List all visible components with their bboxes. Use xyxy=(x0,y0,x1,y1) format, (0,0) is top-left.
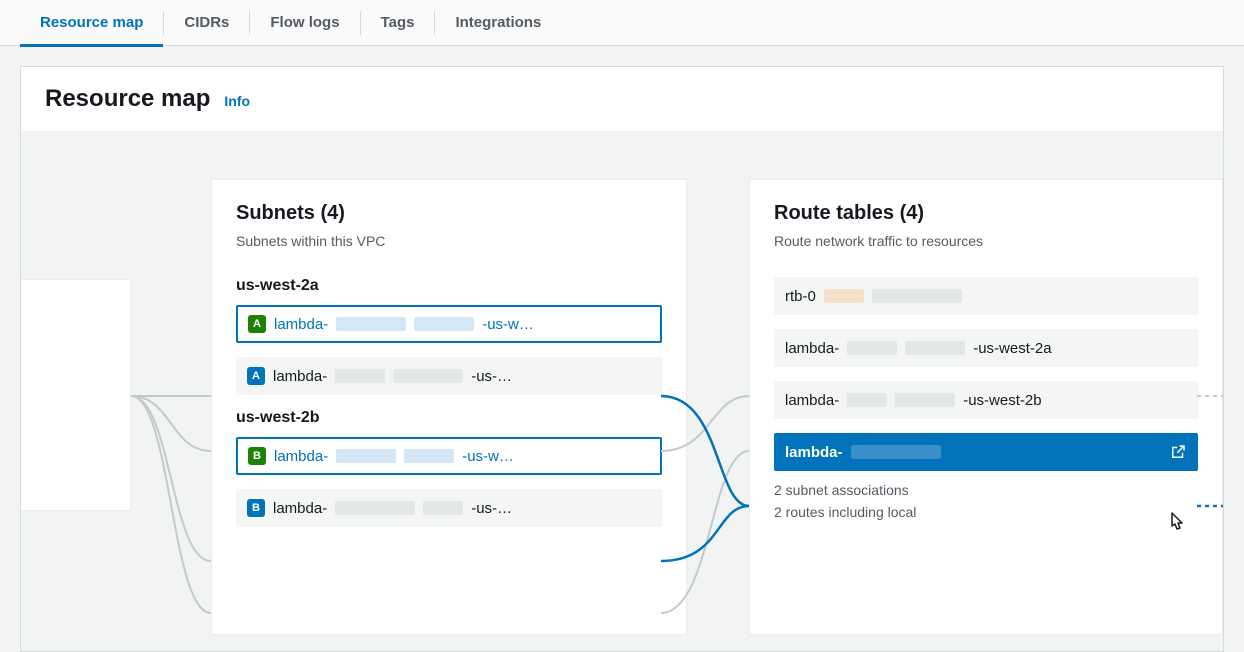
subnets-subtitle: Subnets within this VPC xyxy=(236,233,662,249)
open-external-icon[interactable] xyxy=(1169,443,1187,461)
panel-header: Resource map Info xyxy=(21,85,1223,131)
route-detail: 2 subnet associations 2 routes including… xyxy=(774,479,1198,524)
subnet-item-a1[interactable]: A lambda- -us-w… xyxy=(236,305,662,343)
redacted-text xyxy=(335,369,385,383)
route-suffix: -us-west-2a xyxy=(973,340,1051,357)
resource-map-panel: Resource map Info Subnets (4) Subnets wi… xyxy=(20,66,1224,652)
redacted-text xyxy=(423,501,463,515)
redacted-text xyxy=(872,289,962,303)
subnet-label: lambda- xyxy=(273,368,327,385)
az-badge-icon: B xyxy=(248,447,266,465)
route-suffix: -us-west-2b xyxy=(963,392,1041,409)
route-label: lambda- xyxy=(785,392,839,409)
subnet-suffix: -us-w… xyxy=(482,316,534,333)
subnet-label: lambda- xyxy=(274,448,328,465)
tab-flow-logs[interactable]: Flow logs xyxy=(250,0,359,46)
route-detail-associations: 2 subnet associations xyxy=(774,479,1198,501)
page-title: Resource map xyxy=(45,85,210,113)
tab-resource-map[interactable]: Resource map xyxy=(20,0,163,46)
redacted-text xyxy=(824,289,864,303)
subnets-column: Subnets (4) Subnets within this VPC us-w… xyxy=(211,179,687,635)
redacted-text xyxy=(335,501,415,515)
info-link[interactable]: Info xyxy=(224,93,250,109)
subnet-label: lambda- xyxy=(274,316,328,333)
redacted-text xyxy=(336,317,406,331)
subnet-item-b1[interactable]: B lambda- -us-w… xyxy=(236,437,662,475)
subnet-suffix: -us-… xyxy=(471,500,512,517)
subnet-suffix: -us-w… xyxy=(462,448,514,465)
az-badge-icon: B xyxy=(247,499,265,517)
az-label-b: us-west-2b xyxy=(236,409,662,427)
subnet-item-a2[interactable]: A lambda- -us-… xyxy=(236,357,662,395)
redacted-text xyxy=(404,449,454,463)
tab-integrations[interactable]: Integrations xyxy=(435,0,561,46)
tab-cidrs[interactable]: CIDRs xyxy=(164,0,249,46)
redacted-text xyxy=(851,445,941,459)
route-table-item-2[interactable]: lambda- -us-west-2a xyxy=(774,329,1198,367)
redacted-text xyxy=(847,393,887,407)
subnet-item-b2[interactable]: B lambda- -us-… xyxy=(236,489,662,527)
route-detail-routes: 2 routes including local xyxy=(774,501,1198,523)
tab-tags[interactable]: Tags xyxy=(361,0,435,46)
route-label: rtb-0 xyxy=(785,288,816,305)
route-tables-subtitle: Route network traffic to resources xyxy=(774,233,1198,249)
az-label-a: us-west-2a xyxy=(236,277,662,295)
vpc-column-stub xyxy=(21,279,131,511)
redacted-text xyxy=(905,341,965,355)
route-tables-title: Route tables (4) xyxy=(774,202,1198,225)
route-label: lambda- xyxy=(785,444,843,461)
redacted-text xyxy=(336,449,396,463)
resource-map-canvas: Subnets (4) Subnets within this VPC us-w… xyxy=(21,131,1223,651)
subnet-suffix: -us-… xyxy=(471,368,512,385)
tabs-bar: Resource map CIDRs Flow logs Tags Integr… xyxy=(0,0,1244,46)
route-label: lambda- xyxy=(785,340,839,357)
route-table-item-1[interactable]: rtb-0 xyxy=(774,277,1198,315)
az-badge-icon: A xyxy=(247,367,265,385)
route-table-item-3[interactable]: lambda- -us-west-2b xyxy=(774,381,1198,419)
subnets-title: Subnets (4) xyxy=(236,202,662,225)
az-badge-icon: A xyxy=(248,315,266,333)
redacted-text xyxy=(895,393,955,407)
redacted-text xyxy=(414,317,474,331)
redacted-text xyxy=(393,369,463,383)
route-tables-column: Route tables (4) Route network traffic t… xyxy=(749,179,1223,635)
subnet-label: lambda- xyxy=(273,500,327,517)
redacted-text xyxy=(847,341,897,355)
route-table-item-4-selected[interactable]: lambda- xyxy=(774,433,1198,471)
